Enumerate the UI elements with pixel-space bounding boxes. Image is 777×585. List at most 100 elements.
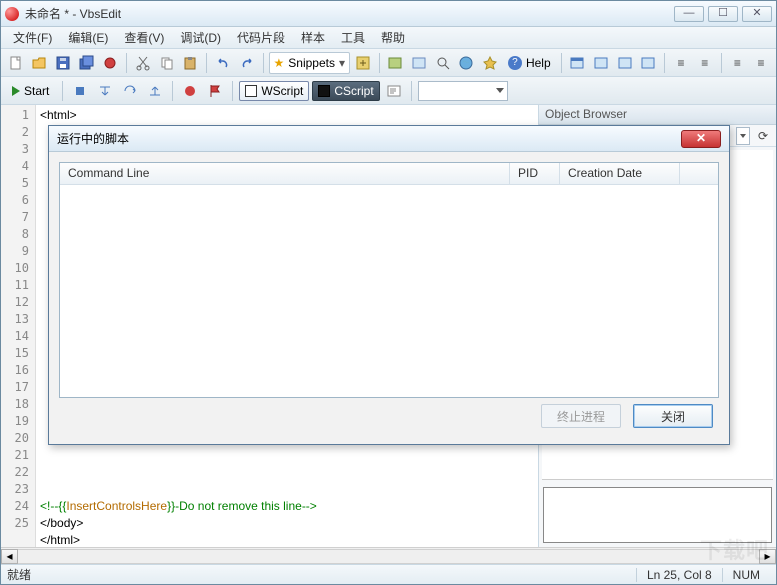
close-button[interactable]: ✕ [742,6,772,22]
col-creation-date[interactable]: Creation Date [560,163,680,184]
open-file-icon[interactable] [29,52,51,74]
snippets-dropdown[interactable]: ★ Snippets ▾ [269,52,351,74]
help-icon: ? [508,56,522,70]
scroll-track[interactable] [18,549,759,564]
cscript-button[interactable]: CScript [312,81,379,101]
menu-edit[interactable]: 编辑(E) [60,27,116,48]
step-into-icon[interactable] [94,80,116,102]
start-button[interactable]: Start [5,80,56,102]
running-scripts-dialog: 运行中的脚本 ✕ Command Line PID Creation Date … [48,125,730,445]
record-icon[interactable] [100,52,122,74]
window1-icon[interactable] [567,52,589,74]
separator [126,53,127,73]
dialog-close-button[interactable]: ✕ [681,130,721,148]
uncomment-icon[interactable]: ≡ [750,52,772,74]
main-window: 未命名 * - VbsEdit — ☐ ✕ 文件(F) 编辑(E) 查看(V) … [0,0,777,585]
step-over-icon[interactable] [119,80,141,102]
window3-icon[interactable] [614,52,636,74]
col-pid[interactable]: PID [510,163,560,184]
panel2-icon[interactable] [408,52,430,74]
play-icon [12,86,20,96]
find-icon[interactable] [432,52,454,74]
copy-icon[interactable] [156,52,178,74]
object-browser-title: Object Browser [539,105,776,125]
help-button[interactable]: ? Help [503,52,556,74]
outdent-icon[interactable]: ≡ [694,52,716,74]
snippet-add-icon[interactable] [352,52,374,74]
breakpoint-icon[interactable] [179,80,201,102]
menu-help[interactable]: 帮助 [373,27,413,48]
hscrollbar[interactable]: ◂ ▸ [1,547,776,564]
window4-icon[interactable] [638,52,660,74]
wscript-icon [245,85,257,97]
col-padding [680,163,718,184]
comment-icon[interactable]: ≡ [727,52,749,74]
separator [379,53,380,73]
menu-debug[interactable]: 调试(D) [172,27,229,48]
wscript-button[interactable]: WScript [239,81,309,101]
app-icon [5,7,19,21]
start-label: Start [24,84,49,98]
window2-icon[interactable] [590,52,612,74]
kill-process-button[interactable]: 终止进程 [541,404,621,428]
wizard-icon[interactable] [479,52,501,74]
menu-view[interactable]: 查看(V) [116,27,172,48]
toolbar-run: Start WScript CScript [1,77,776,105]
listview-header: Command Line PID Creation Date [60,163,718,185]
step-out-icon[interactable] [144,80,166,102]
statusbar: 就绪 Ln 25, Col 8 NUM [1,564,776,584]
paste-icon[interactable] [180,52,202,74]
separator [263,53,264,73]
line-gutter: 1234567891011121314151617181920212223242… [1,105,36,547]
save-icon[interactable] [52,52,74,74]
undo-icon[interactable] [212,52,234,74]
main-area: 1234567891011121314151617181920212223242… [1,105,776,547]
args-combo[interactable] [418,81,508,101]
menu-samples[interactable]: 样本 [293,27,333,48]
help-label: Help [526,56,551,70]
separator [664,53,665,73]
dialog-titlebar: 运行中的脚本 ✕ [49,126,729,152]
menubar: 文件(F) 编辑(E) 查看(V) 调试(D) 代码片段 样本 工具 帮助 [1,27,776,49]
menu-file[interactable]: 文件(F) [5,27,60,48]
cscript-label: CScript [334,84,373,98]
status-ready: 就绪 [7,566,31,583]
ob-dropdown[interactable] [736,127,750,145]
new-file-icon[interactable] [5,52,27,74]
ob-refresh-icon[interactable]: ⟳ [754,127,772,145]
star-icon: ★ [274,56,285,70]
menu-tools[interactable]: 工具 [333,27,373,48]
separator [411,81,412,101]
console-icon[interactable] [383,80,405,102]
save-all-icon[interactable] [76,52,98,74]
separator [721,53,722,73]
stop-icon[interactable] [69,80,91,102]
status-position: Ln 25, Col 8 [636,568,722,582]
menu-snippets[interactable]: 代码片段 [229,27,293,48]
minimize-button[interactable]: — [674,6,704,22]
separator [62,81,63,101]
scroll-right-icon[interactable]: ▸ [759,549,776,564]
separator [561,53,562,73]
redo-icon[interactable] [236,52,258,74]
titlebar: 未命名 * - VbsEdit — ☐ ✕ [1,1,776,27]
flag-icon[interactable] [204,80,226,102]
object-browser-detail[interactable] [543,487,772,543]
panel1-icon[interactable] [385,52,407,74]
separator [172,81,173,101]
wscript-label: WScript [261,84,303,98]
maximize-button[interactable]: ☐ [708,6,738,22]
indent-icon[interactable]: ≡ [670,52,692,74]
toolbar-main: ★ Snippets ▾ ? Help ≡ ≡ ≡ ≡ [1,49,776,77]
close-dialog-button[interactable]: 关闭 [633,404,713,428]
window-title: 未命名 * - VbsEdit [25,5,674,22]
process-listview[interactable]: Command Line PID Creation Date [59,162,719,398]
scroll-left-icon[interactable]: ◂ [1,549,18,564]
separator [232,81,233,101]
cut-icon[interactable] [132,52,154,74]
world-icon[interactable] [456,52,478,74]
cscript-icon [318,85,330,97]
status-numlock: NUM [722,568,770,582]
col-command-line[interactable]: Command Line [60,163,510,184]
dialog-title: 运行中的脚本 [57,130,681,147]
